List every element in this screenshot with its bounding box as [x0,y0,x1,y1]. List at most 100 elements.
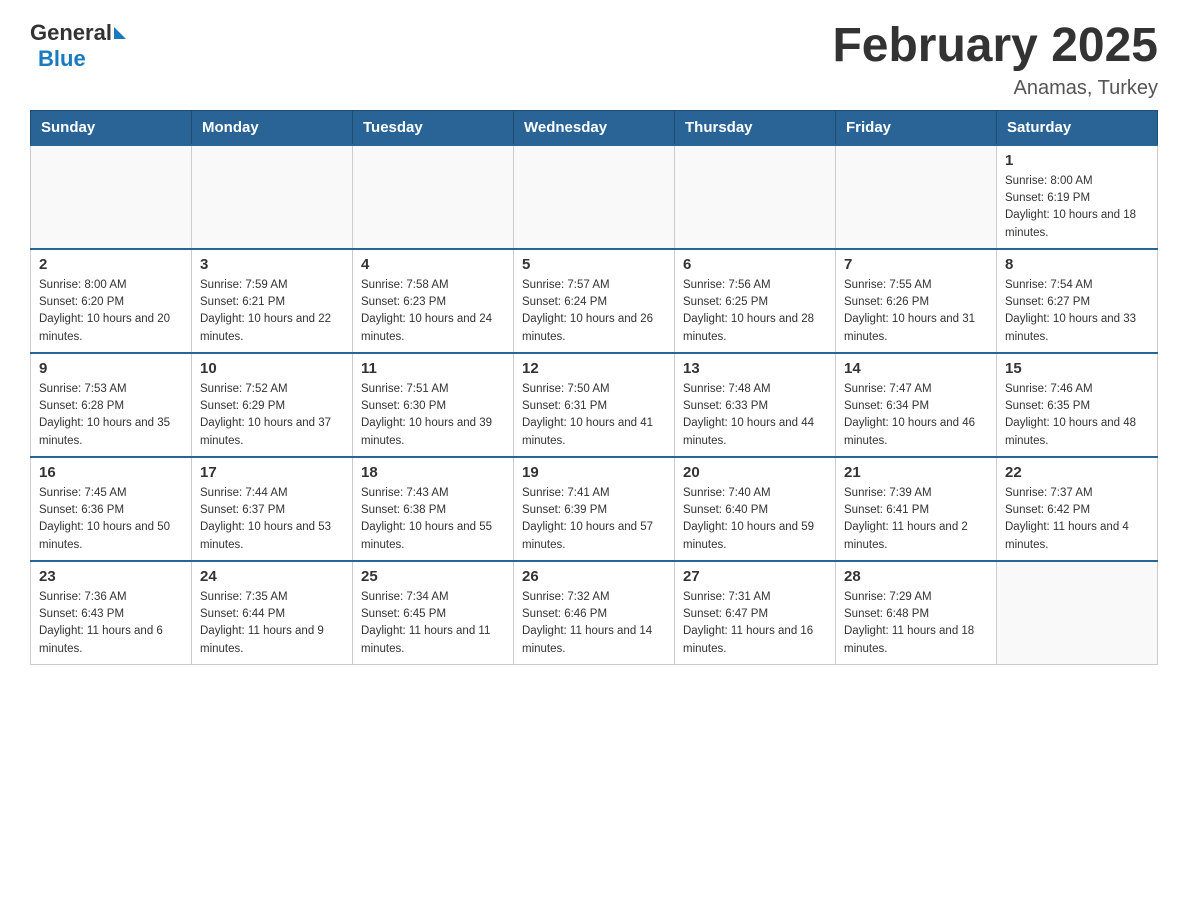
day-info: Sunrise: 7:36 AMSunset: 6:43 PMDaylight:… [39,589,183,658]
col-header-monday: Monday [192,110,353,145]
calendar-cell [353,145,514,249]
day-number: 15 [1005,360,1149,377]
week-row-2: 2Sunrise: 8:00 AMSunset: 6:20 PMDaylight… [31,249,1158,353]
calendar-cell: 8 Sunrise: 7:54 AMSunset: 6:27 PMDaylight… [997,249,1158,353]
day-number: 10 [200,360,344,377]
calendar-cell [836,145,997,249]
day-number: 20 [683,464,827,481]
day-info: Sunrise: 7:43 AMSunset: 6:38 PMDaylight:… [361,485,505,554]
calendar-cell: 1Sunrise: 8:00 AMSunset: 6:19 PMDaylight… [997,145,1158,249]
day-info: Sunrise: 7:50 AMSunset: 6:31 PMDaylight:… [522,381,666,450]
day-info: Sunrise: 7:32 AMSunset: 6:46 PMDaylight:… [522,589,666,658]
day-number: 5 [522,256,666,273]
day-info: Sunrise: 7:47 AMSunset: 6:34 PMDaylight:… [844,381,988,450]
day-number: 16 [39,464,183,481]
day-number: 7 [844,256,988,273]
day-number: 21 [844,464,988,481]
col-header-thursday: Thursday [675,110,836,145]
day-info: Sunrise: 7:37 AMSunset: 6:42 PMDaylight:… [1005,485,1149,554]
day-number: 14 [844,360,988,377]
day-number: 3 [200,256,344,273]
day-number: 22 [1005,464,1149,481]
day-info: Sunrise: 7:48 AMSunset: 6:33 PMDaylight:… [683,381,827,450]
day-number: 18 [361,464,505,481]
day-info: Sunrise: 7:56 AMSunset: 6:25 PMDaylight:… [683,277,827,346]
day-info: Sunrise: 7:46 AMSunset: 6:35 PMDaylight:… [1005,381,1149,450]
calendar-cell: 16 Sunrise: 7:45 AMSunset: 6:36 PMDayligh… [31,457,192,561]
calendar-cell: 13 Sunrise: 7:48 AMSunset: 6:33 PMDayligh… [675,353,836,457]
day-info: Sunrise: 7:29 AMSunset: 6:48 PMDaylight:… [844,589,988,658]
calendar-subtitle: Anamas, Turkey [832,77,1158,100]
day-number: 25 [361,568,505,585]
calendar-cell: 4 Sunrise: 7:58 AMSunset: 6:23 PMDaylight… [353,249,514,353]
calendar-cell: 24 Sunrise: 7:35 AMSunset: 6:44 PMDayligh… [192,561,353,665]
day-info: Sunrise: 7:58 AMSunset: 6:23 PMDaylight:… [361,277,505,346]
logo-arrow-icon [114,27,126,39]
day-number: 19 [522,464,666,481]
week-row-5: 23 Sunrise: 7:36 AMSunset: 6:43 PMDayligh… [31,561,1158,665]
calendar-cell: 5 Sunrise: 7:57 AMSunset: 6:24 PMDaylight… [514,249,675,353]
title-block: February 2025 Anamas, Turkey [832,20,1158,100]
calendar-cell [192,145,353,249]
week-row-3: 9Sunrise: 7:53 AMSunset: 6:28 PMDaylight… [31,353,1158,457]
calendar-cell: 21Sunrise: 7:39 AMSunset: 6:41 PMDayligh… [836,457,997,561]
col-header-wednesday: Wednesday [514,110,675,145]
day-info: Sunrise: 7:57 AMSunset: 6:24 PMDaylight:… [522,277,666,346]
calendar-cell: 20 Sunrise: 7:40 AMSunset: 6:40 PMDayligh… [675,457,836,561]
day-number: 4 [361,256,505,273]
calendar-cell: 10 Sunrise: 7:52 AMSunset: 6:29 PMDayligh… [192,353,353,457]
calendar-cell [997,561,1158,665]
calendar-cell [31,145,192,249]
day-number: 28 [844,568,988,585]
page-header: General Blue February 2025 Anamas, Turke… [30,20,1158,100]
calendar-cell: 28 Sunrise: 7:29 AMSunset: 6:48 PMDayligh… [836,561,997,665]
day-info: Sunrise: 7:41 AMSunset: 6:39 PMDaylight:… [522,485,666,554]
day-number: 8 [1005,256,1149,273]
day-number: 12 [522,360,666,377]
calendar-cell: 17Sunrise: 7:44 AMSunset: 6:37 PMDayligh… [192,457,353,561]
calendar-cell: 11 Sunrise: 7:51 AMSunset: 6:30 PMDayligh… [353,353,514,457]
calendar-cell [514,145,675,249]
col-header-friday: Friday [836,110,997,145]
day-number: 24 [200,568,344,585]
calendar-cell: 12 Sunrise: 7:50 AMSunset: 6:31 PMDayligh… [514,353,675,457]
calendar-cell: 25 Sunrise: 7:34 AMSunset: 6:45 PMDayligh… [353,561,514,665]
calendar-header-row: SundayMondayTuesdayWednesdayThursdayFrid… [31,110,1158,145]
calendar-cell: 2Sunrise: 8:00 AMSunset: 6:20 PMDaylight… [31,249,192,353]
day-info: Sunrise: 7:40 AMSunset: 6:40 PMDaylight:… [683,485,827,554]
calendar-cell: 19 Sunrise: 7:41 AMSunset: 6:39 PMDayligh… [514,457,675,561]
calendar-cell: 27 Sunrise: 7:31 AMSunset: 6:47 PMDayligh… [675,561,836,665]
day-number: 11 [361,360,505,377]
logo-general-text: General [30,20,112,46]
calendar-cell [675,145,836,249]
day-info: Sunrise: 7:44 AMSunset: 6:37 PMDaylight:… [200,485,344,554]
day-info: Sunrise: 7:34 AMSunset: 6:45 PMDaylight:… [361,589,505,658]
day-number: 9 [39,360,183,377]
calendar-cell: 22 Sunrise: 7:37 AMSunset: 6:42 PMDayligh… [997,457,1158,561]
calendar-cell: 14 Sunrise: 7:47 AMSunset: 6:34 PMDayligh… [836,353,997,457]
week-row-4: 16 Sunrise: 7:45 AMSunset: 6:36 PMDayligh… [31,457,1158,561]
day-info: Sunrise: 7:54 AMSunset: 6:27 PMDaylight:… [1005,277,1149,346]
day-info: Sunrise: 7:52 AMSunset: 6:29 PMDaylight:… [200,381,344,450]
day-info: Sunrise: 7:45 AMSunset: 6:36 PMDaylight:… [39,485,183,554]
day-info: Sunrise: 8:00 AMSunset: 6:19 PMDaylight:… [1005,173,1149,242]
logo: General Blue [30,20,126,72]
day-number: 6 [683,256,827,273]
day-info: Sunrise: 8:00 AMSunset: 6:20 PMDaylight:… [39,277,183,346]
logo-blue-text: Blue [38,46,86,71]
calendar-cell: 6 Sunrise: 7:56 AMSunset: 6:25 PMDaylight… [675,249,836,353]
day-info: Sunrise: 7:31 AMSunset: 6:47 PMDaylight:… [683,589,827,658]
calendar-cell: 26Sunrise: 7:32 AMSunset: 6:46 PMDayligh… [514,561,675,665]
day-info: Sunrise: 7:35 AMSunset: 6:44 PMDaylight:… [200,589,344,658]
day-number: 27 [683,568,827,585]
col-header-saturday: Saturday [997,110,1158,145]
day-info: Sunrise: 7:51 AMSunset: 6:30 PMDaylight:… [361,381,505,450]
day-info: Sunrise: 7:59 AMSunset: 6:21 PMDaylight:… [200,277,344,346]
calendar-title: February 2025 [832,20,1158,73]
calendar-cell: 3 Sunrise: 7:59 AMSunset: 6:21 PMDaylight… [192,249,353,353]
calendar-cell: 7 Sunrise: 7:55 AMSunset: 6:26 PMDaylight… [836,249,997,353]
calendar-cell: 18 Sunrise: 7:43 AMSunset: 6:38 PMDayligh… [353,457,514,561]
day-info: Sunrise: 7:55 AMSunset: 6:26 PMDaylight:… [844,277,988,346]
day-number: 23 [39,568,183,585]
day-number: 13 [683,360,827,377]
